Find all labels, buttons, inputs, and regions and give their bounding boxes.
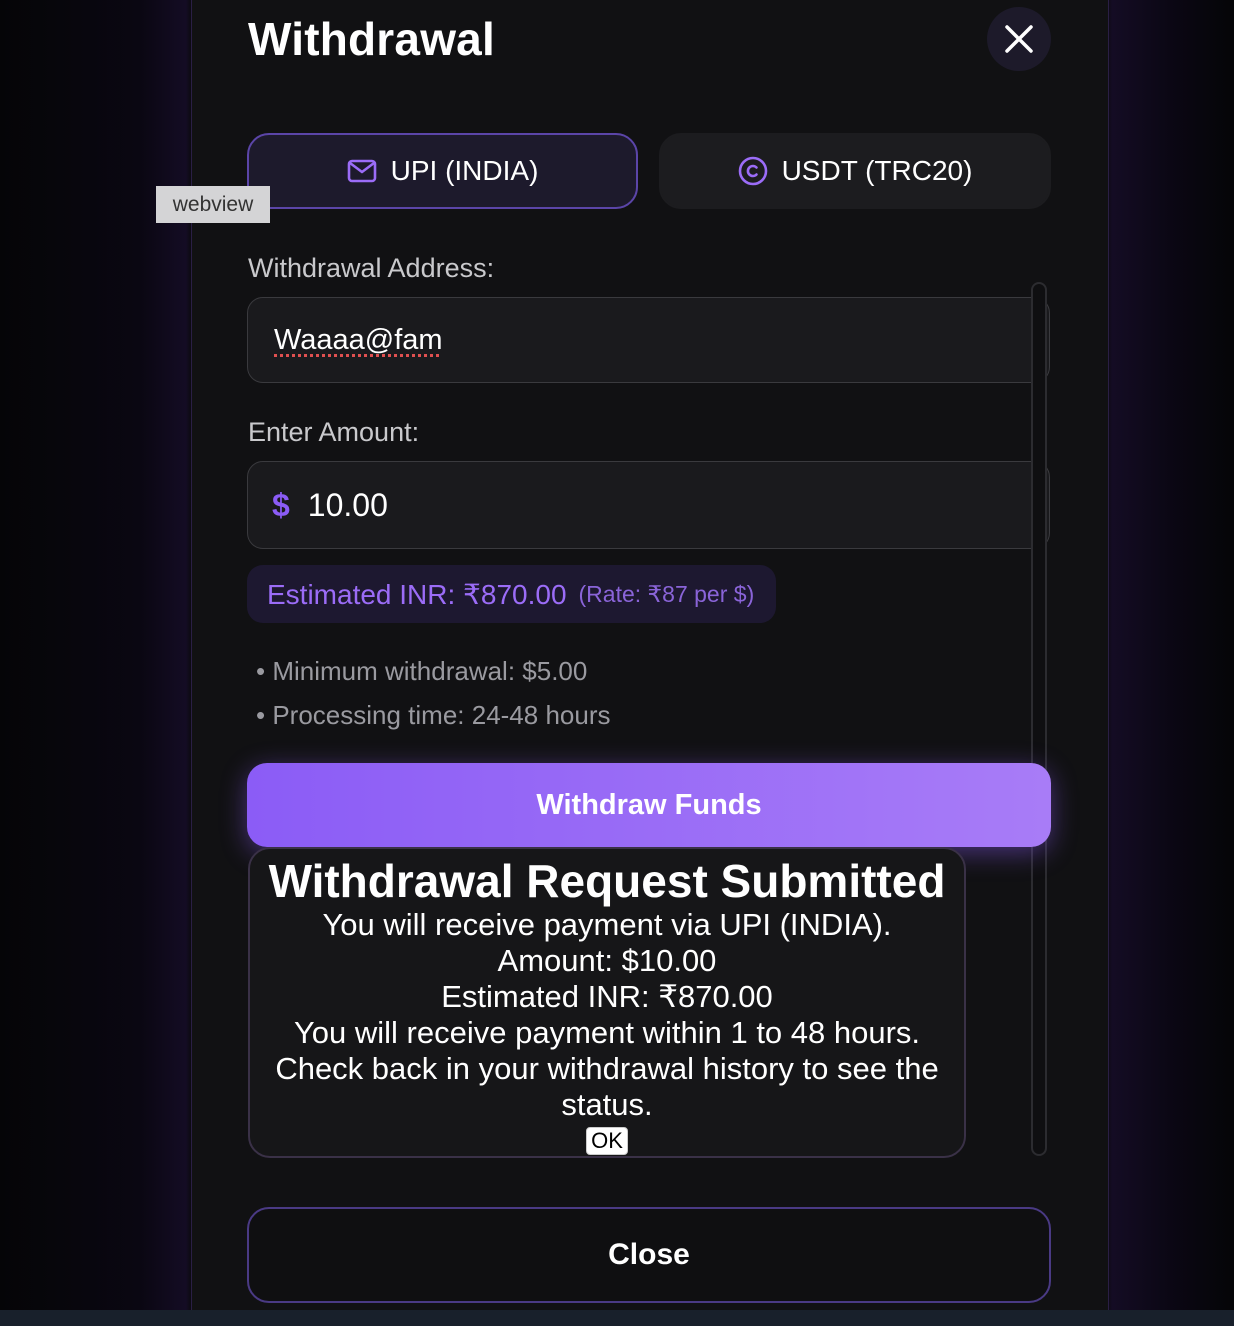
estimated-inr-text: Estimated INR: ₹870.00 <box>267 578 567 610</box>
coin-icon <box>738 156 767 186</box>
estimated-inr-badge: Estimated INR: ₹870.00 (Rate: ₹87 per $) <box>247 565 777 623</box>
tab-usdt-trc20[interactable]: USDT (TRC20) <box>659 133 1051 209</box>
tab-upi-label: UPI (INDIA) <box>390 155 539 186</box>
bottom-strip <box>0 1310 1234 1326</box>
webview-debug-label: webview <box>156 186 270 223</box>
note-minimum-withdrawal: • Minimum withdrawal: $5.00 <box>256 656 587 687</box>
address-label: Withdrawal Address: <box>248 253 495 283</box>
exchange-rate-text: (Rate: ₹87 per $) <box>578 580 755 607</box>
dialog-line-method: You will receive payment via UPI (INDIA)… <box>322 907 892 942</box>
mail-icon <box>347 159 376 183</box>
withdrawal-submitted-dialog: Withdrawal Request Submitted You will re… <box>248 847 966 1158</box>
withdraw-funds-button[interactable]: Withdraw Funds <box>247 763 1051 847</box>
dialog-line-amount: Amount: $10.00 <box>497 943 717 978</box>
close-x-icon <box>1005 25 1033 53</box>
dialog-line-history: Check back in your withdrawal history to… <box>275 1051 939 1122</box>
tab-usdt-label: USDT (TRC20) <box>781 155 973 186</box>
address-input[interactable]: Waaaa@fam <box>247 297 1050 383</box>
dialog-line-timeframe: You will receive payment within 1 to 48 … <box>293 1015 921 1050</box>
amount-input-value: 10.00 <box>307 486 388 523</box>
note-processing-text: Processing time: 24-48 hours <box>272 700 611 730</box>
bullet-icon: • <box>256 656 273 686</box>
amount-input[interactable]: $ 10.00 <box>247 461 1050 549</box>
note-minimum-text: Minimum withdrawal: $5.00 <box>272 656 588 686</box>
amount-label: Enter Amount: <box>248 417 420 447</box>
dollar-icon: $ <box>272 486 290 523</box>
dialog-title: Withdrawal Request Submitted <box>268 855 946 907</box>
dialog-line-estimated-inr: Estimated INR: ₹870.00 <box>441 979 773 1014</box>
bullet-icon: • <box>256 700 273 730</box>
dialog-ok-button[interactable]: OK <box>586 1127 628 1155</box>
tab-upi-india[interactable]: UPI (INDIA) <box>247 133 638 209</box>
address-input-value: Waaaa@fam <box>274 323 443 356</box>
note-processing-time: • Processing time: 24-48 hours <box>256 700 611 731</box>
close-button[interactable]: Close <box>247 1207 1051 1303</box>
close-modal-button[interactable] <box>987 7 1051 71</box>
modal-title: Withdrawal <box>248 13 495 65</box>
scrollbar[interactable] <box>1031 282 1047 1156</box>
